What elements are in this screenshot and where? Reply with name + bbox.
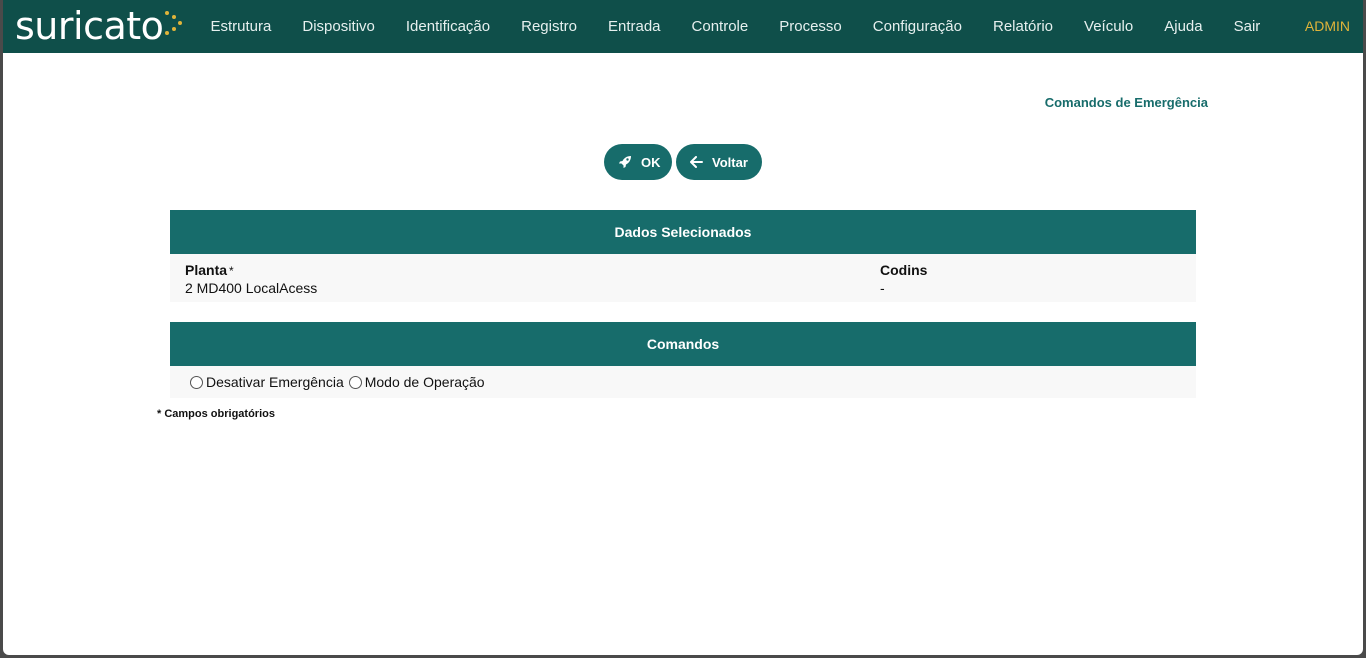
nav-item-identificacao[interactable]: Identificação: [390, 18, 505, 35]
nav-item-entrada[interactable]: Entrada: [592, 18, 676, 35]
nav-item-processo[interactable]: Processo: [764, 18, 858, 35]
codins-label: Codins: [880, 262, 928, 278]
planta-value: 2 MD400 LocalAcess: [185, 280, 318, 296]
ok-button[interactable]: OK: [604, 144, 672, 180]
commands-header: Comandos: [170, 322, 1196, 366]
main-menu: Estrutura Dispositivo Identificação Regi…: [195, 0, 1276, 53]
ok-button-label: OK: [641, 154, 661, 170]
back-button-label: Voltar: [712, 154, 748, 170]
nav-item-ajuda[interactable]: Ajuda: [1149, 18, 1218, 35]
logo-dots-icon: [164, 9, 184, 48]
nav-item-registro[interactable]: Registro: [506, 18, 593, 35]
selected-data-panel: Dados Selecionados Planta * 2 MD400 Local…: [170, 210, 1196, 302]
page-title: Comandos de Emergência: [1044, 95, 1208, 110]
rocket-icon: [618, 155, 632, 169]
radio-label: Desativar Emergência: [206, 374, 344, 390]
arrow-left-icon: [690, 156, 703, 168]
nav-item-relatorio[interactable]: Relatório: [978, 18, 1069, 35]
nav-item-dispositivo[interactable]: Dispositivo: [287, 18, 391, 35]
radio-label: Modo de Operação: [364, 374, 485, 390]
current-user[interactable]: ADMIN: [1305, 18, 1350, 34]
radio-button[interactable]: [190, 375, 203, 389]
radio-modo-operacao[interactable]: Modo de Operação: [348, 374, 485, 390]
nav-item-sair[interactable]: Sair: [1218, 18, 1276, 35]
planta-field: Planta * 2 MD400 LocalAcess: [185, 262, 317, 296]
nav-item-estrutura[interactable]: Estrutura: [195, 18, 287, 35]
suricato-logo[interactable]: suricato: [15, 4, 184, 48]
planta-label: Planta: [185, 262, 228, 278]
radio-desativar-emergencia[interactable]: Desativar Emergência: [190, 374, 344, 390]
selected-data-header: Dados Selecionados: [170, 210, 1196, 254]
nav-item-veiculo[interactable]: Veículo: [1069, 18, 1149, 35]
nav-item-controle[interactable]: Controle: [676, 18, 764, 35]
browser-window: suricato Estrutura Dispositivo Identific…: [3, 0, 1363, 655]
required-marker: *: [229, 264, 234, 278]
logo-text: suricato: [15, 4, 164, 48]
required-fields-note: * Campos obrigatórios: [157, 408, 275, 420]
action-buttons: OK Voltar: [604, 144, 762, 180]
codins-value: -: [880, 280, 885, 296]
selected-data-body: Planta * 2 MD400 LocalAcess Codins -: [170, 254, 1196, 302]
nav-item-configuracao[interactable]: Configuração: [857, 18, 977, 35]
back-button[interactable]: Voltar: [676, 144, 762, 180]
radio-button[interactable]: [348, 375, 362, 389]
commands-body: Desativar Emergência Modo de Operação: [170, 366, 1196, 398]
top-navbar: suricato Estrutura Dispositivo Identific…: [3, 0, 1363, 53]
commands-panel: Comandos Desativar Emergência Modo de Op…: [170, 322, 1196, 398]
codins-field: Codins -: [880, 262, 927, 296]
